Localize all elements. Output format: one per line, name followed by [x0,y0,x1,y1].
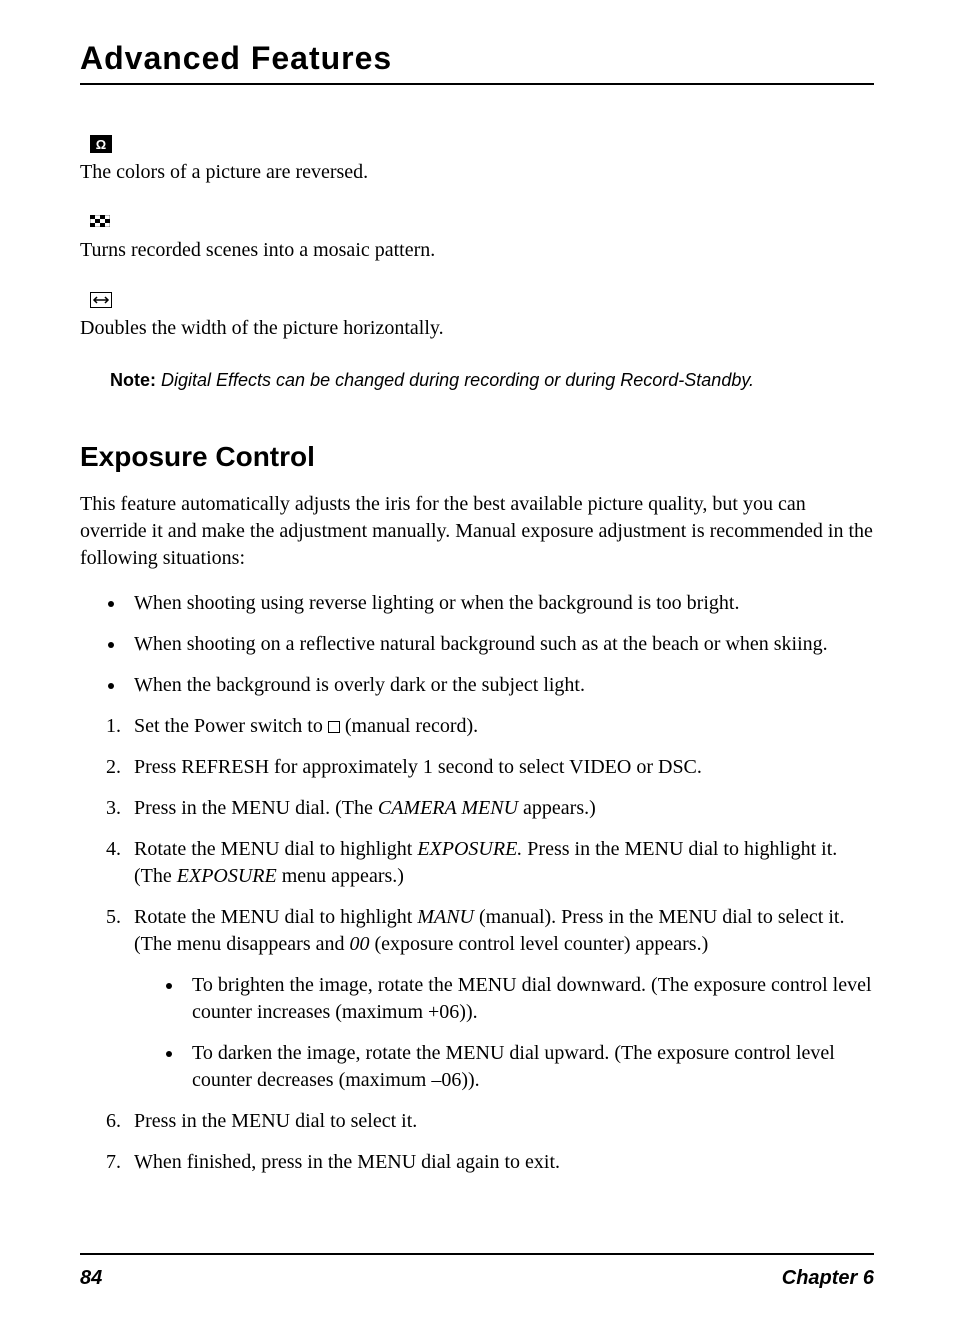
step-text: Set the Power switch to [134,715,328,737]
mosaic-desc: Turns recorded scenes into a mosaic patt… [80,236,874,264]
chapter-label: Chapter 6 [782,1267,874,1290]
chapter-title: Advanced Features [80,40,874,85]
menu-name: EXPOSURE. [417,838,522,860]
list-item: Rotate the MENU dial to highlight EXPOSU… [126,836,874,890]
list-item: When the background is overly dark or th… [126,672,874,699]
stretch-icon-row [90,292,874,310]
page-number: 84 [80,1267,102,1290]
list-item: Press REFRESH for approximately 1 second… [126,754,874,781]
sub-list: To brighten the image, rotate the MENU d… [134,972,874,1094]
mosaic-icon [90,214,110,226]
negposi-desc: The colors of a picture are reversed. [80,158,874,186]
list-item: To brighten the image, rotate the MENU d… [184,972,874,1026]
note-text: Digital Effects can be changed during re… [156,370,754,390]
list-item: When shooting on a reflective natural ba… [126,631,874,658]
menu-name: CAMERA MENU [378,797,518,819]
step-text: Rotate the MENU dial to highlight [134,906,417,928]
menu-name: MANU [417,906,474,928]
list-item: When finished, press in the MENU dial ag… [126,1149,874,1176]
negposi-icon-row: Ω [90,135,874,154]
section-heading: Exposure Control [80,441,874,473]
steps-list: Set the Power switch to (manual record).… [80,713,874,1176]
step-text: (manual record). [340,715,478,737]
step-text: appears.) [518,797,596,819]
negposi-icon: Ω [90,135,112,153]
list-item: When shooting using reverse lighting or … [126,590,874,617]
step-text: Press in the MENU dial. (The [134,797,378,819]
note: Note: Digital Effects can be changed dur… [110,370,874,391]
list-item: Press in the MENU dial to select it. [126,1108,874,1135]
stretch-icon [90,292,112,308]
situation-list: When shooting using reverse lighting or … [80,590,874,699]
step-text: Rotate the MENU dial to highlight [134,838,417,860]
list-item: To darken the image, rotate the MENU dia… [184,1040,874,1094]
note-label: Note: [110,370,156,390]
step-text: menu appears.) [277,865,404,887]
page-footer: 84 Chapter 6 [80,1253,874,1290]
list-item: Rotate the MENU dial to highlight MANU (… [126,904,874,1094]
manual-record-icon [328,721,340,733]
list-item: Set the Power switch to (manual record). [126,713,874,740]
step-text: (exposure control level counter) appears… [369,933,708,955]
menu-name: EXPOSURE [177,865,277,887]
value: 00 [349,933,369,955]
list-item: Press in the MENU dial. (The CAMERA MENU… [126,795,874,822]
stretch-desc: Doubles the width of the picture horizon… [80,314,874,342]
mosaic-icon-row [90,214,874,232]
section-intro: This feature automatically adjusts the i… [80,491,874,572]
